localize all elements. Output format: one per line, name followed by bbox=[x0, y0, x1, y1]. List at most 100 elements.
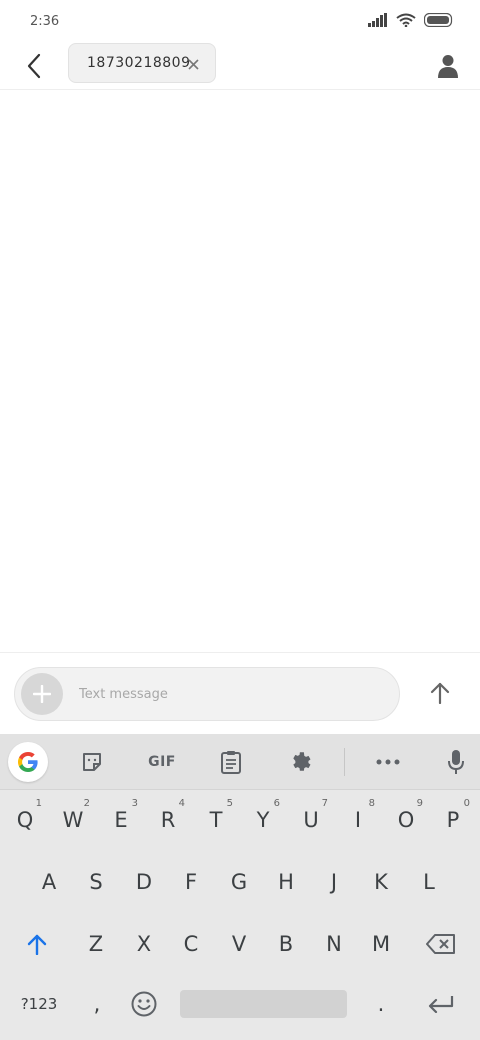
space-key[interactable] bbox=[180, 990, 347, 1018]
key-q[interactable]: Q1 bbox=[2, 794, 48, 846]
recipient-chip[interactable]: 18730218809 bbox=[68, 43, 216, 83]
key-u[interactable]: U7 bbox=[288, 794, 334, 846]
google-button[interactable] bbox=[8, 742, 48, 782]
shift-arrow-icon bbox=[27, 934, 47, 955]
key-hint: 8 bbox=[368, 798, 375, 809]
key-label: Y bbox=[256, 808, 270, 832]
key-m[interactable]: M bbox=[358, 918, 404, 970]
settings-button[interactable] bbox=[281, 742, 321, 782]
voice-input-button[interactable] bbox=[436, 742, 476, 782]
key-t[interactable]: T5 bbox=[193, 794, 239, 846]
signal-icon bbox=[368, 13, 387, 27]
key-v[interactable]: V bbox=[216, 918, 262, 970]
key-f[interactable]: F bbox=[168, 856, 214, 908]
keyboard-row-4: ?123 , . bbox=[0, 978, 480, 1038]
key-label: P bbox=[446, 808, 460, 832]
status-bar: 2:36 bbox=[0, 0, 480, 40]
status-icons bbox=[368, 13, 454, 27]
key-hint: 5 bbox=[226, 798, 233, 809]
contact-button[interactable] bbox=[430, 48, 466, 84]
soft-keyboard: G I F Q 1 W 2 E 3 R 4 T 5 Y 6 U 7 I 8 O 9 … bbox=[0, 734, 480, 1040]
key-hint: 4 bbox=[178, 798, 185, 809]
google-icon bbox=[18, 752, 38, 772]
arrow-up-icon bbox=[430, 682, 450, 704]
key-b[interactable]: B bbox=[263, 918, 309, 970]
keyboard-row-2: A S D F G H J K L bbox=[0, 856, 480, 916]
shift-key[interactable] bbox=[14, 918, 60, 970]
plus-icon bbox=[33, 685, 51, 703]
backspace-icon bbox=[426, 934, 455, 954]
conversation-header: 18730218809 bbox=[0, 40, 480, 90]
key-x[interactable]: X bbox=[121, 918, 167, 970]
key-hint: 1 bbox=[35, 798, 42, 809]
key-a[interactable]: A bbox=[26, 856, 72, 908]
key-l[interactable]: L bbox=[406, 856, 452, 908]
status-time: 2:36 bbox=[30, 14, 60, 29]
key-s[interactable]: S bbox=[73, 856, 119, 908]
back-button[interactable] bbox=[16, 48, 52, 84]
key-y[interactable]: Y6 bbox=[240, 794, 286, 846]
enter-key[interactable] bbox=[418, 978, 464, 1030]
comma-key[interactable]: , bbox=[74, 978, 120, 1030]
key-o[interactable]: O9 bbox=[383, 794, 429, 846]
sticker-button[interactable] bbox=[72, 742, 112, 782]
enter-icon bbox=[428, 996, 454, 1013]
composer-bar bbox=[0, 652, 480, 734]
key-label: W bbox=[62, 808, 84, 832]
key-j[interactable]: J bbox=[311, 856, 357, 908]
more-icon bbox=[376, 759, 400, 765]
key-hint: 6 bbox=[273, 798, 280, 809]
key-i[interactable]: I8 bbox=[335, 794, 381, 846]
key-label: Q bbox=[16, 808, 34, 832]
keyboard-toolbar: GIF bbox=[0, 734, 480, 790]
mic-icon bbox=[448, 750, 464, 774]
key-e[interactable]: E3 bbox=[98, 794, 144, 846]
key-label: U bbox=[303, 808, 319, 832]
key-h[interactable]: H bbox=[263, 856, 309, 908]
key-label: E bbox=[114, 808, 128, 832]
key-label: O bbox=[397, 808, 415, 832]
send-button[interactable] bbox=[422, 675, 458, 711]
key-z[interactable]: Z bbox=[73, 918, 119, 970]
key-label: T bbox=[209, 808, 223, 832]
close-icon bbox=[187, 58, 199, 70]
emoji-icon bbox=[131, 991, 157, 1017]
key-hint: 0 bbox=[463, 798, 470, 809]
sticker-icon bbox=[83, 753, 101, 771]
key-label: I bbox=[354, 808, 362, 832]
key-p[interactable]: P0 bbox=[430, 794, 476, 846]
back-arrow-icon bbox=[27, 53, 41, 79]
key-w[interactable]: W2 bbox=[50, 794, 96, 846]
key-n[interactable]: N bbox=[311, 918, 357, 970]
wifi-icon bbox=[396, 13, 416, 27]
attach-button[interactable] bbox=[21, 673, 63, 715]
key-r[interactable]: R4 bbox=[145, 794, 191, 846]
key-hint: 7 bbox=[321, 798, 328, 809]
period-key[interactable]: . bbox=[358, 978, 404, 1030]
symbols-key[interactable]: ?123 bbox=[14, 978, 64, 1030]
key-hint: 2 bbox=[83, 798, 90, 809]
key-hint: 3 bbox=[131, 798, 138, 809]
emoji-key[interactable] bbox=[121, 978, 167, 1030]
more-button[interactable] bbox=[368, 742, 408, 782]
clipboard-button[interactable] bbox=[211, 742, 251, 782]
person-icon bbox=[438, 55, 458, 78]
message-input[interactable] bbox=[79, 678, 379, 710]
gif-button[interactable]: GIF bbox=[140, 742, 184, 782]
battery-icon bbox=[424, 13, 453, 27]
key-d[interactable]: D bbox=[121, 856, 167, 908]
compose-box bbox=[14, 667, 400, 721]
key-k[interactable]: K bbox=[358, 856, 404, 908]
recipient-number: 18730218809 bbox=[87, 55, 191, 71]
backspace-key[interactable] bbox=[418, 918, 464, 970]
keyboard-row-1: Q1 W2 E3 R4 T5 Y6 U7 I8 O9 P0 bbox=[0, 794, 480, 854]
key-c[interactable]: C bbox=[168, 918, 214, 970]
key-label: R bbox=[160, 808, 176, 832]
gear-icon bbox=[293, 752, 311, 771]
key-g[interactable]: G bbox=[216, 856, 262, 908]
clipboard-icon bbox=[221, 751, 241, 774]
key-hint: 9 bbox=[416, 798, 423, 809]
toolbar-divider bbox=[344, 748, 345, 776]
message-list bbox=[0, 91, 480, 651]
remove-recipient-button[interactable] bbox=[183, 54, 203, 74]
